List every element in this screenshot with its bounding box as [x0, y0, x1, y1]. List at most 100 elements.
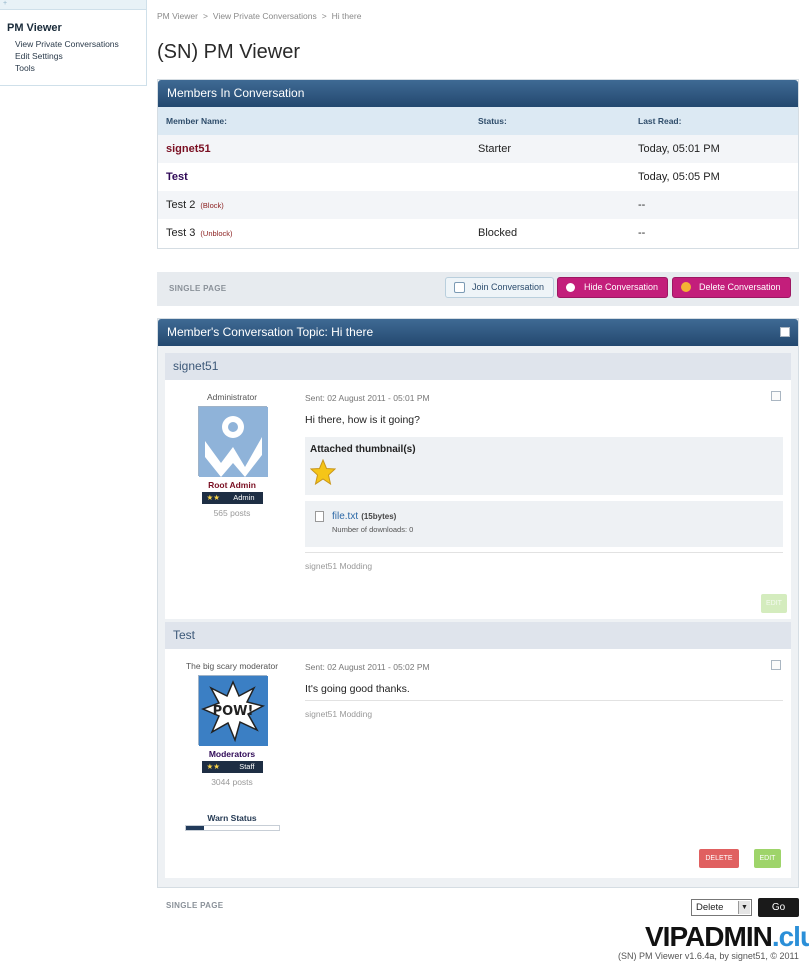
- warn-status-label: Warn Status: [207, 813, 257, 823]
- warn-status-fill: [185, 826, 205, 830]
- post-date: Sent: 02 August 2011 - 05:01 PM: [305, 393, 430, 403]
- member-name[interactable]: Test 2: [166, 199, 195, 211]
- post-date: Sent: 02 August 2011 - 05:02 PM: [305, 662, 430, 672]
- edit-button[interactable]: EDIT: [761, 594, 787, 613]
- signature: signet51 Modding: [305, 552, 783, 571]
- post-message: Hi there, how is it going?: [305, 414, 420, 426]
- member-last-read: --: [638, 227, 646, 239]
- document-icon: [454, 282, 465, 293]
- sidebar-link-view-conversations[interactable]: View Private Conversations: [15, 38, 146, 50]
- user-title: The big scary moderator: [185, 661, 279, 671]
- hide-conversation-button[interactable]: Hide Conversation: [557, 277, 668, 298]
- file-icon: [315, 511, 324, 522]
- attached-file: file.txt (15bytes) Number of downloads: …: [305, 501, 783, 547]
- rank-stars-icon: ★★: [206, 493, 220, 502]
- footer-credit: (SN) PM Viewer v1.6.4a, by signet51, © 2…: [618, 951, 799, 961]
- user-group: Moderators: [208, 749, 256, 759]
- col-member-name: Member Name:: [166, 116, 227, 126]
- moderation-select[interactable]: Delete ▼: [691, 899, 752, 916]
- rank-stars-icon: ★★: [206, 762, 220, 771]
- join-conversation-button[interactable]: Join Conversation: [445, 277, 554, 298]
- post-message: It's going good thanks.: [305, 683, 410, 695]
- member-last-read: Today, 05:05 PM: [638, 171, 720, 183]
- member-name[interactable]: Test 3: [166, 227, 195, 239]
- delete-conversation-button[interactable]: Delete Conversation: [672, 277, 791, 298]
- table-row: Test 2 (Block) --: [158, 191, 798, 219]
- sidebar-link-edit-settings[interactable]: Edit Settings: [15, 50, 146, 62]
- member-name[interactable]: signet51: [166, 143, 211, 155]
- topic-title: Member's Conversation Topic: Hi there: [167, 325, 374, 339]
- table-row: signet51 Starter Today, 05:01 PM: [158, 135, 798, 163]
- members-table: Members In Conversation Member Name: Sta…: [157, 79, 799, 249]
- user-group: Root Admin: [208, 480, 256, 490]
- breadcrumb: PM Viewer > View Private Conversations > Hi …: [157, 11, 361, 21]
- post: signet51 Administrator Root Admin ★★ Adm…: [165, 353, 791, 619]
- post-body: Sent: 02 August 2011 - 05:02 PM It's goi…: [305, 649, 783, 719]
- breadcrumb-view-conversations[interactable]: View Private Conversations: [213, 11, 317, 21]
- user-info: The big scary moderator POW! Moderators …: [165, 649, 299, 831]
- attached-thumbnails: Attached thumbnail(s): [305, 437, 783, 495]
- join-conversation-label: Join Conversation: [472, 282, 545, 292]
- col-last-read: Last Read:: [638, 116, 682, 126]
- attach-title: Attached thumbnail(s): [310, 444, 416, 455]
- post-count: 3044 posts: [211, 777, 253, 787]
- moderation-select-value: Delete: [696, 902, 724, 913]
- sidebar-link-tools[interactable]: Tools: [15, 62, 146, 74]
- edit-button[interactable]: EDIT: [754, 849, 781, 868]
- col-status: Status:: [478, 116, 507, 126]
- go-button[interactable]: Go: [758, 898, 799, 917]
- breadcrumb-separator: >: [202, 11, 208, 21]
- file-link[interactable]: file.txt: [332, 511, 358, 522]
- avatar[interactable]: POW!: [197, 675, 268, 746]
- members-header: Members In Conversation: [158, 80, 798, 107]
- breadcrumb-pm-viewer[interactable]: PM Viewer: [157, 11, 198, 21]
- post-select-checkbox[interactable]: [771, 391, 781, 401]
- post-count: 565 posts: [213, 508, 251, 518]
- minus-circle-icon: [681, 282, 691, 292]
- file-size: (15bytes): [361, 512, 397, 521]
- select-all-checkbox[interactable]: [780, 327, 790, 337]
- user-title: Administrator: [206, 392, 258, 402]
- delete-post-button[interactable]: DELETE: [699, 849, 739, 868]
- hide-conversation-label: Hide Conversation: [584, 282, 659, 292]
- magnifier-icon: [566, 283, 575, 292]
- download-count: Number of downloads: 0: [332, 525, 414, 534]
- block-link[interactable]: (Block): [200, 201, 223, 210]
- chevron-down-icon: ▼: [738, 901, 750, 914]
- post-body: Sent: 02 August 2011 - 05:01 PM Hi there…: [305, 380, 783, 571]
- watermark-logo: VIPADMIN.club: [645, 921, 809, 952]
- member-name[interactable]: Test: [166, 171, 188, 183]
- rank-label: Staff: [239, 762, 255, 771]
- sidebar-top-strip[interactable]: +: [0, 0, 146, 10]
- pagination-label: SINGLE PAGE: [169, 284, 227, 293]
- member-last-read: --: [638, 199, 646, 211]
- action-bar: SINGLE PAGE Join Conversation Hide Conve…: [157, 272, 799, 306]
- rank-label: Admin: [233, 493, 255, 502]
- member-status: Starter: [478, 143, 512, 155]
- page-title: (SN) PM Viewer: [157, 41, 300, 63]
- member-status: Blocked: [478, 227, 518, 239]
- delete-conversation-label: Delete Conversation: [699, 282, 781, 292]
- post-author[interactable]: signet51: [165, 353, 791, 380]
- member-last-read: Today, 05:01 PM: [638, 143, 720, 155]
- user-info: Administrator Root Admin ★★ Admin 565 po…: [165, 380, 299, 518]
- svg-text:POW!: POW!: [212, 704, 253, 719]
- table-row: Test 3 (Unblock) Blocked --: [158, 219, 798, 247]
- post-author[interactable]: Test: [165, 622, 791, 649]
- bottom-pagination-label: SINGLE PAGE: [166, 901, 224, 910]
- sidebar: + PM Viewer View Private Conversations E…: [0, 0, 147, 86]
- conversation-topic: Member's Conversation Topic: Hi there si…: [157, 318, 799, 888]
- avatar[interactable]: [197, 406, 268, 477]
- star-thumbnail-icon[interactable]: [309, 458, 337, 486]
- sidebar-title: PM Viewer: [7, 22, 62, 34]
- breadcrumb-current: Hi there: [331, 11, 362, 21]
- topic-header: Member's Conversation Topic: Hi there: [158, 319, 798, 346]
- breadcrumb-separator: >: [321, 11, 327, 21]
- post-select-checkbox[interactable]: [771, 660, 781, 670]
- table-row: Test Today, 05:05 PM: [158, 163, 798, 191]
- signature: signet51 Modding: [305, 700, 783, 719]
- rank-badge: ★★ Admin: [201, 492, 263, 504]
- members-table-head: Member Name: Status: Last Read:: [158, 107, 798, 135]
- rank-badge: ★★ Staff: [201, 761, 263, 773]
- unblock-link[interactable]: (Unblock): [200, 229, 232, 238]
